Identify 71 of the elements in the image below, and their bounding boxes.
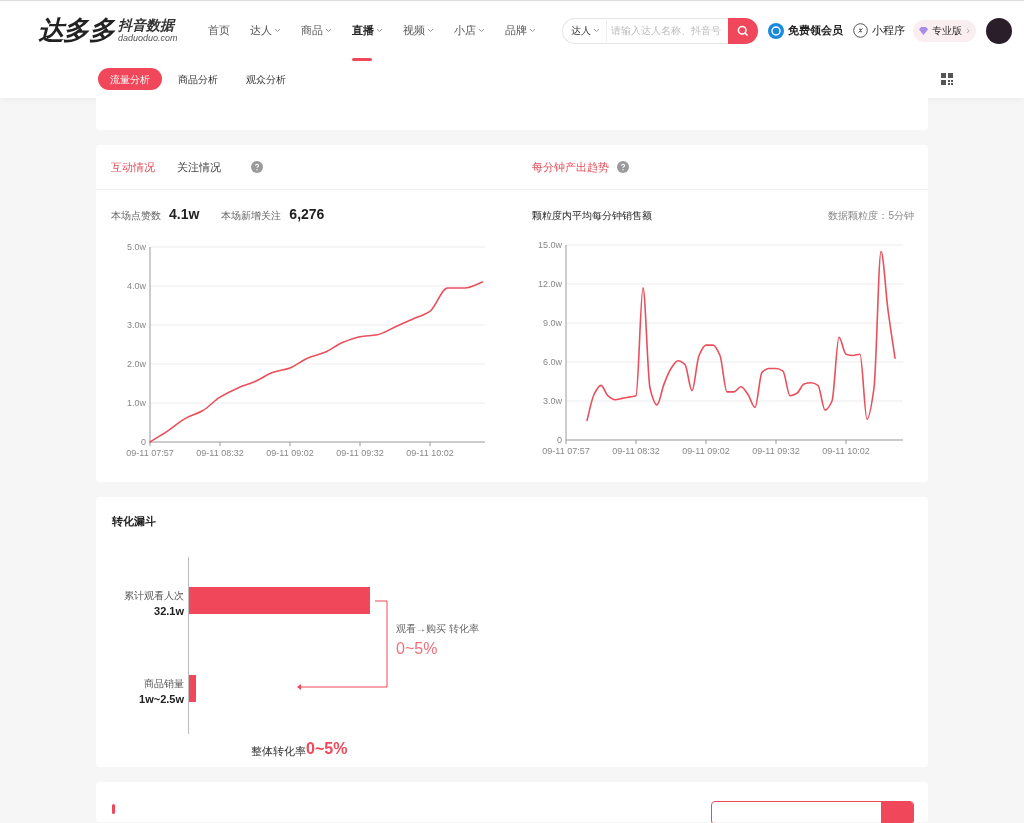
y-tick-label: 9.0w bbox=[543, 318, 562, 328]
x-tick-label: 09-11 07:57 bbox=[126, 448, 174, 458]
stat-value: 4.1w bbox=[169, 205, 200, 224]
chart-tab[interactable]: 互动情况 bbox=[111, 158, 155, 176]
x-tick-label: 09-11 08:32 bbox=[612, 446, 660, 456]
diamond-icon bbox=[919, 26, 929, 35]
step-rate-value: 0~5% bbox=[396, 639, 438, 659]
y-tick-label: 6.0w bbox=[543, 357, 562, 367]
y-tick-label: 15.0w bbox=[537, 240, 562, 250]
nav-item[interactable]: 首页 bbox=[207, 0, 230, 61]
search-icon bbox=[737, 24, 750, 37]
chart-subtitle: 颗粒度内平均每分钟销售额 bbox=[532, 209, 652, 223]
stage-value: 1w~2.5w bbox=[139, 692, 184, 707]
stage-label: 商品销量 bbox=[144, 677, 184, 691]
plan-badge[interactable]: 专业版 › bbox=[913, 19, 976, 42]
y-tick-label: 1.0w bbox=[127, 398, 146, 408]
section-marker bbox=[112, 804, 115, 814]
chart-tab[interactable]: 关注情况 bbox=[177, 158, 221, 176]
x-tick-label: 09-11 07:57 bbox=[542, 446, 590, 456]
chevron-right-icon: › bbox=[966, 22, 970, 39]
nav-item[interactable]: 商品 bbox=[300, 0, 332, 61]
logo-domain: daduoduo.com bbox=[118, 34, 178, 43]
stage-label: 累计观看人次 bbox=[124, 589, 184, 603]
x-tick-label: 09-11 08:32 bbox=[196, 448, 244, 458]
y-tick-label: 0 bbox=[141, 437, 146, 447]
overall-rate-label: 整体转化率 bbox=[251, 745, 306, 759]
nav-item[interactable]: 达人 bbox=[249, 0, 281, 61]
nav-item[interactable]: 直播 bbox=[351, 0, 383, 61]
y-tick-label: 5.0w bbox=[127, 242, 146, 252]
stat-label: 本场新增关注 bbox=[221, 209, 282, 223]
help-icon[interactable] bbox=[617, 161, 629, 173]
avatar[interactable] bbox=[986, 17, 1012, 44]
x-tick-label: 09-11 10:02 bbox=[822, 446, 870, 456]
step-rate-label: 观看→购买 转化率 bbox=[396, 622, 479, 636]
overall-rate-value: 0~5% bbox=[306, 739, 348, 759]
chat-icon bbox=[768, 22, 785, 39]
y-tick-label: 4.0w bbox=[127, 281, 146, 291]
x-tick-label: 09-11 09:32 bbox=[336, 448, 384, 458]
granularity-label: 数据颗粒度：5分钟 bbox=[828, 209, 914, 223]
x-tick-label: 09-11 09:02 bbox=[266, 448, 314, 458]
stat-label: 本场点赞数 bbox=[111, 209, 161, 223]
chevron-down-icon bbox=[593, 28, 601, 33]
search-button[interactable] bbox=[728, 17, 759, 44]
qr-code-icon[interactable] bbox=[941, 73, 953, 85]
product-search-field[interactable] bbox=[711, 801, 914, 823]
x-tick-label: 09-11 10:02 bbox=[406, 448, 454, 458]
stat-value: 6,276 bbox=[289, 205, 325, 224]
sub-tab[interactable]: 观众分析 bbox=[234, 68, 298, 90]
x-tick-label: 09-11 09:02 bbox=[682, 446, 730, 456]
y-tick-label: 12.0w bbox=[537, 279, 562, 289]
logo-subtitle: 抖音数据 bbox=[118, 18, 177, 32]
funnel-bar bbox=[189, 675, 196, 702]
y-tick-label: 3.0w bbox=[543, 396, 562, 406]
sub-tab[interactable]: 流量分析 bbox=[98, 68, 162, 90]
stage-value: 32.1w bbox=[154, 604, 184, 619]
section-title: 每分钟产出趋势 bbox=[532, 159, 609, 175]
logo[interactable]: 达多多 bbox=[38, 11, 115, 50]
help-icon[interactable] bbox=[251, 161, 263, 173]
sub-tab[interactable]: 商品分析 bbox=[166, 68, 230, 90]
mini-program-link[interactable]: 小程序 bbox=[853, 22, 906, 39]
nav-item[interactable]: 小店 bbox=[453, 0, 485, 61]
vip-link[interactable]: 免费领会员 bbox=[768, 22, 844, 39]
nav-item[interactable]: 品牌 bbox=[504, 0, 536, 61]
link-icon bbox=[853, 23, 869, 38]
y-tick-label: 0 bbox=[557, 435, 562, 445]
y-tick-label: 3.0w bbox=[127, 320, 146, 330]
nav-item[interactable]: 视频 bbox=[402, 0, 434, 61]
x-tick-label: 09-11 09:32 bbox=[752, 446, 800, 456]
y-tick-label: 2.0w bbox=[127, 359, 146, 369]
section-title: 转化漏斗 bbox=[112, 514, 156, 529]
search-field[interactable]: 请输入达人名称、抖音号 bbox=[607, 17, 729, 44]
